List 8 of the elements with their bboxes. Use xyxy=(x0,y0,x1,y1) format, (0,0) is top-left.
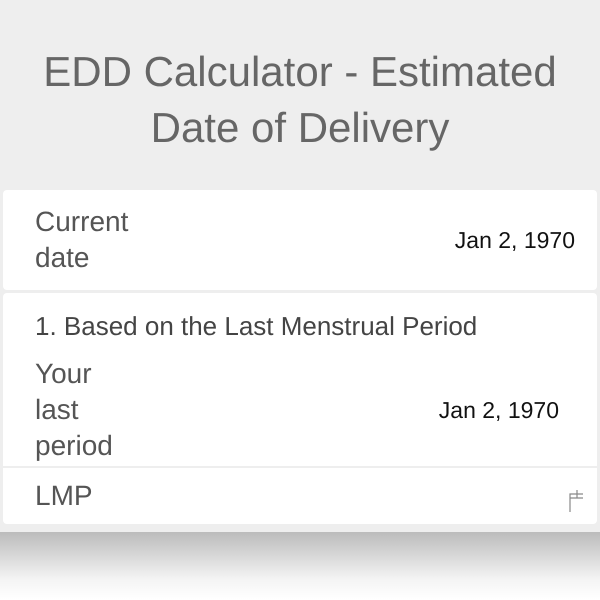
section-heading: 1. Based on the Last Menstrual Period xyxy=(34,311,478,342)
row-label: Your last period xyxy=(35,357,114,463)
row-value: Jan 2, 1970 xyxy=(438,396,559,424)
row-value: Jan 2, 1970 xyxy=(454,226,575,254)
row-label: Current date xyxy=(35,205,130,275)
calculator-title: EDD Calculator - Estimated Date of Delivery xyxy=(42,47,558,153)
row-label: LMP xyxy=(35,479,93,513)
calendar-icon[interactable] xyxy=(569,488,583,512)
